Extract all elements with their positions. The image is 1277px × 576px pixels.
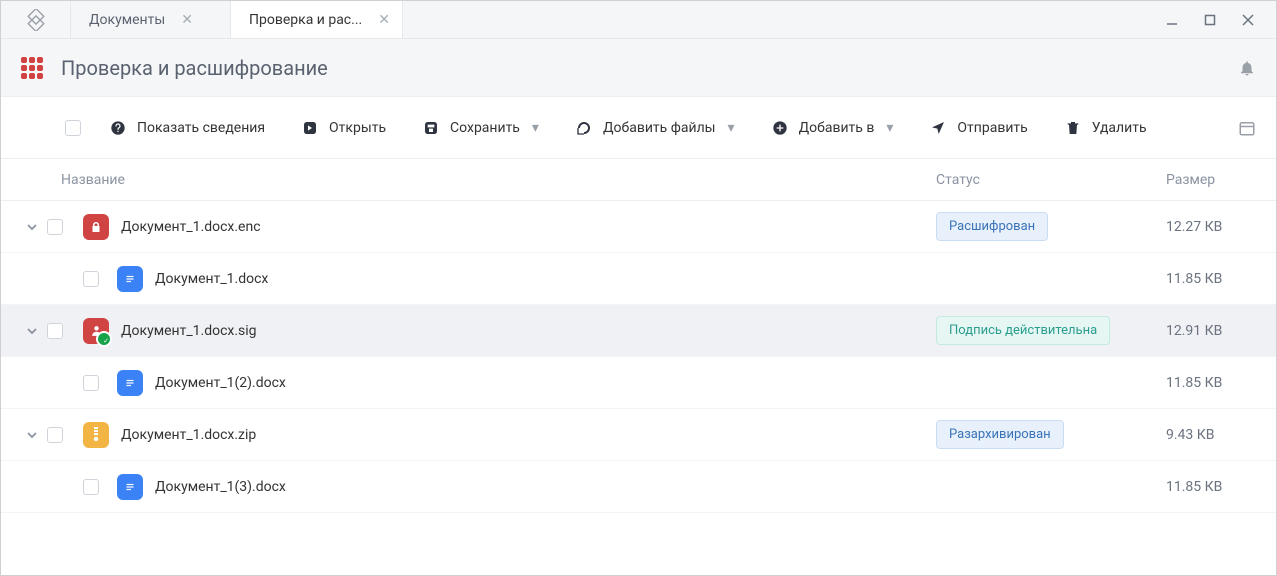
row-checkbox[interactable]: [83, 479, 99, 495]
titlebar: Документы ✕ Проверка и рас... ✕: [1, 1, 1276, 39]
send-icon: [929, 119, 947, 137]
button-label: Отправить: [957, 120, 1027, 136]
file-zip-icon: [83, 422, 109, 448]
save-icon: [422, 119, 440, 137]
button-label: Показать сведения: [137, 120, 265, 136]
file-name: Документ_1.docx: [155, 271, 936, 287]
file-size: 11.85 КВ: [1166, 375, 1256, 391]
add-files-icon: [575, 119, 593, 137]
row-checkbox[interactable]: [83, 375, 99, 391]
info-icon: [109, 119, 127, 137]
save-button[interactable]: Сохранить ▾: [422, 119, 539, 137]
file-size: 11.85 КВ: [1166, 271, 1256, 287]
file-name: Документ_1(3).docx: [155, 479, 936, 495]
table-row[interactable]: ✓ Документ_1.docx.sig Подпись действител…: [1, 305, 1276, 357]
button-label: Добавить файлы: [603, 120, 716, 136]
expand-toggle[interactable]: [21, 221, 43, 233]
window-controls: [1144, 1, 1276, 38]
tabs: Документы ✕ Проверка и рас... ✕: [71, 1, 1144, 38]
status-badge: Расшифрован: [936, 212, 1048, 241]
chevron-down-icon: ▾: [886, 120, 893, 136]
select-all-checkbox[interactable]: [65, 120, 81, 136]
button-label: Добавить в: [799, 120, 875, 136]
toolbar: Показать сведения Открыть Сохранить ▾ До…: [1, 97, 1276, 159]
add-to-icon: [771, 119, 789, 137]
apps-grid-icon[interactable]: [21, 57, 43, 79]
add-to-button[interactable]: Добавить в ▾: [771, 119, 894, 137]
delete-button[interactable]: Удалить: [1064, 119, 1147, 137]
page-title: Проверка и расшифрование: [61, 56, 1238, 80]
table-row[interactable]: Документ_1.docx.zip Разархивирован 9.43 …: [1, 409, 1276, 461]
chevron-down-icon: ▾: [728, 120, 735, 136]
file-name: Документ_1.docx.zip: [121, 427, 936, 443]
open-button[interactable]: Открыть: [301, 119, 386, 137]
button-label: Сохранить: [450, 120, 520, 136]
page-header: Проверка и расшифрование: [1, 39, 1276, 97]
calendar-icon[interactable]: [1238, 119, 1256, 137]
file-name: Документ_1(2).docx: [155, 375, 936, 391]
add-files-button[interactable]: Добавить файлы ▾: [575, 119, 735, 137]
table-row[interactable]: Документ_1.docx 11.85 КВ: [1, 253, 1276, 305]
table-row[interactable]: Документ_1(3).docx 11.85 КВ: [1, 461, 1276, 513]
status-badge: Разархивирован: [936, 420, 1064, 449]
minimize-icon[interactable]: [1166, 14, 1178, 26]
trash-icon: [1064, 119, 1082, 137]
show-details-button[interactable]: Показать сведения: [109, 119, 265, 137]
app-logo[interactable]: [1, 1, 71, 38]
file-enc-icon: [83, 214, 109, 240]
table-row[interactable]: Документ_1.docx.enc Расшифрован 12.27 КВ: [1, 201, 1276, 253]
file-name: Документ_1.docx.enc: [121, 219, 936, 235]
col-status[interactable]: Статус: [936, 172, 1166, 188]
button-label: Удалить: [1092, 120, 1147, 136]
row-checkbox[interactable]: [47, 219, 63, 235]
table-row[interactable]: Документ_1(2).docx 11.85 КВ: [1, 357, 1276, 409]
col-name[interactable]: Название: [61, 172, 936, 188]
row-checkbox[interactable]: [47, 323, 63, 339]
file-size: 12.91 КВ: [1166, 323, 1256, 339]
send-button[interactable]: Отправить: [929, 119, 1027, 137]
chevron-down-icon: ▾: [532, 120, 539, 136]
row-checkbox[interactable]: [83, 271, 99, 287]
tab-documents[interactable]: Документы ✕: [71, 1, 231, 38]
file-doc-icon: [117, 474, 143, 500]
tab-label: Документы: [89, 12, 165, 28]
col-size[interactable]: Размер: [1166, 172, 1256, 188]
bell-icon[interactable]: [1238, 59, 1256, 77]
close-window-icon[interactable]: [1242, 14, 1254, 26]
file-sig-icon: ✓: [83, 318, 109, 344]
row-checkbox[interactable]: [47, 427, 63, 443]
open-icon: [301, 119, 319, 137]
tab-verify-decrypt[interactable]: Проверка и рас... ✕: [231, 1, 403, 38]
tab-label: Проверка и рас...: [249, 12, 362, 28]
file-name: Документ_1.docx.sig: [121, 323, 936, 339]
file-size: 11.85 КВ: [1166, 479, 1256, 495]
file-doc-icon: [117, 370, 143, 396]
file-doc-icon: [117, 266, 143, 292]
maximize-icon[interactable]: [1204, 14, 1216, 26]
file-size: 12.27 КВ: [1166, 219, 1256, 235]
file-size: 9.43 КВ: [1166, 427, 1256, 443]
status-badge: Подпись действительна: [936, 316, 1110, 345]
button-label: Открыть: [329, 120, 386, 136]
expand-toggle[interactable]: [21, 429, 43, 441]
expand-toggle[interactable]: [21, 325, 43, 337]
table-header: Название Статус Размер: [1, 159, 1276, 201]
close-icon[interactable]: ✕: [376, 11, 392, 29]
close-icon[interactable]: ✕: [179, 11, 195, 29]
